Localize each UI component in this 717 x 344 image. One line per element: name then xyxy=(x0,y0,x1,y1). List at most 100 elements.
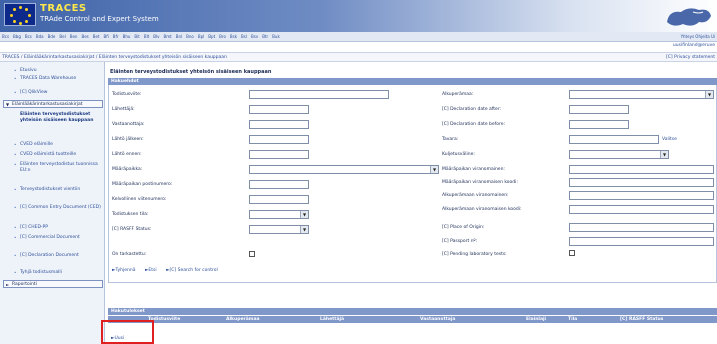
input-määräpaikan-viranomaisen-koodi[interactable] xyxy=(569,178,714,187)
chevron-down-icon[interactable]: ▼ xyxy=(300,211,308,218)
language-link[interactable]: Bfr xyxy=(113,34,119,39)
highlight-annotation-box xyxy=(101,320,154,344)
select-määräpaikka[interactable]: ▼ xyxy=(249,165,439,174)
sidebar-item-qlikview[interactable]: • [C] QlikView xyxy=(14,90,102,96)
sidebar-item-intra-trade-certificates[interactable]: Eläinten terveystodistukset yhteisön sis… xyxy=(20,112,102,124)
language-link[interactable]: Bro xyxy=(219,34,226,39)
col-rasff-status[interactable]: [C] RASFF Status xyxy=(620,317,663,322)
input-lähettäjä[interactable] xyxy=(249,105,309,114)
select-todistuksen-tila[interactable]: ▼ xyxy=(249,210,309,219)
chevron-down-icon[interactable]: ▼ xyxy=(705,91,713,98)
input-passport-n[interactable] xyxy=(569,237,714,246)
language-link[interactable]: Bsk xyxy=(230,34,237,39)
chevron-down-icon[interactable]: ▼ xyxy=(300,226,308,233)
sidebar-item-data-warehouse[interactable]: • TRACES Data Warehouse xyxy=(14,76,102,82)
top-right-links[interactable]: Yhteys Ohjeita Ui xyxy=(681,34,715,39)
language-link[interactable]: Bel xyxy=(59,34,65,39)
breadcrumb-bar: TRACES / Eläinlääkärintarkastusasiakirja… xyxy=(0,52,717,62)
select-alkuperämaa[interactable]: ▼ xyxy=(569,90,714,99)
language-link[interactable]: Bno xyxy=(186,34,194,39)
language-link[interactable]: Bsv xyxy=(251,34,258,39)
language-link[interactable]: Blv xyxy=(153,34,159,39)
col-alkuperamaa[interactable]: Alkuperämaa xyxy=(226,317,260,322)
field-label-kuljetusväline: Kuljetusväline: xyxy=(442,152,475,157)
sidebar-section-reporting[interactable]: ► Raportointi xyxy=(3,280,103,288)
input-alkuperämaan-viranomaisen-koodi[interactable] xyxy=(569,205,714,214)
bullet-icon: • xyxy=(14,205,17,210)
col-elainlaji[interactable]: Elainlaji xyxy=(526,317,546,322)
bullet-icon: • xyxy=(14,253,17,258)
sidebar-item-ced[interactable]: • [C] Common Entry Document (CED) xyxy=(14,205,102,211)
field-label-lähettäjä: Lähettäjä: xyxy=(112,107,135,112)
input-tavara[interactable] xyxy=(569,135,659,144)
breadcrumb[interactable]: TRACES / Eläinlääkärintarkastusasiakirja… xyxy=(2,55,227,60)
sidebar-item-cved-products[interactable]: • CVED eläimistä tuotteille xyxy=(14,152,102,158)
sidebar-item-cved-animals[interactable]: • CVED eläimille xyxy=(14,142,102,148)
logged-user[interactable]: uusifinland@eruve xyxy=(673,43,715,48)
sidebar-item-commercial-document[interactable]: • [C] Commercial Document xyxy=(14,235,102,241)
language-link[interactable]: Bit xyxy=(134,34,139,39)
field-label-pending-laboratory-tests: [C] Pending laboratory tests: xyxy=(442,252,507,257)
search-for-control-link[interactable]: ►[C] Search for control xyxy=(166,268,222,273)
language-link[interactable]: Ben xyxy=(70,34,78,39)
language-link[interactable]: Blt xyxy=(144,34,149,39)
input-lähtö-jälkeen[interactable] xyxy=(249,135,309,144)
sidebar-section-inspection-docs[interactable]: ▼ Eläinlääkärintarkastusasiakirjat xyxy=(3,100,103,108)
sidebar-item-empty-template[interactable]: • Tyhjä todistusmalli xyxy=(14,270,102,276)
field-label-lähtö-jälkeen: Lähtö jälkeen: xyxy=(112,137,144,142)
privacy-statement-link[interactable]: [C] Privacy statement xyxy=(666,55,715,60)
input-kelvollinen-viitenumero[interactable] xyxy=(249,195,309,204)
sidebar-item-etusivu[interactable]: • Etusivu xyxy=(14,68,102,74)
language-link[interactable]: Buk xyxy=(272,34,280,39)
input-määräpaikan-viranomainen[interactable] xyxy=(569,165,714,174)
bullet-icon: • xyxy=(14,142,17,147)
language-link[interactable]: Bcs xyxy=(2,34,9,39)
chevron-down-icon[interactable]: ▼ xyxy=(430,166,438,173)
language-links[interactable]: Bcs Bbg Bcs Bda Bde Bel Ben Bes Bet Bfi Bfr Bhu Bit B… xyxy=(2,34,284,39)
form-actions: ►Tyhjennä ►Etsi ►[C] Search for control xyxy=(112,268,226,273)
bullet-icon: • xyxy=(14,152,17,157)
field-label-todistuksen-tila: Todistuksen tila: xyxy=(112,212,149,217)
language-link[interactable]: Bbg xyxy=(13,34,21,39)
input-vastaanottaja[interactable] xyxy=(249,120,309,129)
col-vastaanottaja[interactable]: Vastaanottaja xyxy=(420,317,455,322)
input-määräpaikan-postinumero[interactable] xyxy=(249,180,309,189)
chevron-down-icon[interactable]: ▼ xyxy=(660,151,668,158)
input-alkuperämaan-viranomainen[interactable] xyxy=(569,191,714,200)
language-link[interactable]: Bpt xyxy=(208,34,215,39)
sidebar-item-ched-pp[interactable]: • [C] CHED-PP xyxy=(14,225,102,231)
checked-checkbox[interactable] xyxy=(249,251,255,257)
select-kuljetusväline[interactable]: ▼ xyxy=(569,150,669,159)
input-todistusviite[interactable] xyxy=(249,90,389,99)
search-link[interactable]: ►Etsi xyxy=(145,268,161,273)
language-link[interactable]: Bcs xyxy=(25,34,32,39)
app-title: TRACES xyxy=(40,3,87,14)
language-link[interactable]: Bda xyxy=(36,34,44,39)
checkbox-pending-laboratory-tests[interactable] xyxy=(569,250,575,256)
input-place-of-origin[interactable] xyxy=(569,223,714,232)
col-tila[interactable]: Tila xyxy=(568,317,577,322)
sidebar-item-import-certificates[interactable]: • Eläinten terveystodistus tuonnissa EU:n xyxy=(14,162,102,174)
language-link[interactable]: Btr xyxy=(262,34,268,39)
language-link[interactable]: Bnl xyxy=(176,34,182,39)
language-link[interactable]: Bmt xyxy=(164,34,172,39)
language-link[interactable]: Bsl xyxy=(241,34,247,39)
language-link[interactable]: Bpl xyxy=(198,34,204,39)
language-link[interactable]: Bfi xyxy=(104,34,109,39)
col-lahettaja[interactable]: Lähettäjä xyxy=(320,317,344,322)
select-rasff-status[interactable]: ▼ xyxy=(249,225,309,234)
language-link[interactable]: Bde xyxy=(48,34,56,39)
input-declaration-date-after[interactable] xyxy=(569,105,629,114)
language-link[interactable]: Bet xyxy=(93,34,100,39)
bullet-icon: • xyxy=(14,162,17,167)
input-lähtö-ennen[interactable] xyxy=(249,150,309,159)
sidebar-item-declaration-document[interactable]: • [C] Declaration Document xyxy=(14,253,102,259)
bullet-icon: • xyxy=(14,225,17,230)
clear-link[interactable]: ►Tyhjennä xyxy=(112,268,140,273)
language-link[interactable]: Bes xyxy=(81,34,88,39)
select-commodity-link[interactable]: Valitse xyxy=(662,137,677,142)
language-link[interactable]: Bhu xyxy=(123,34,131,39)
input-declaration-date-before[interactable] xyxy=(569,120,629,129)
eu-flag-logo xyxy=(4,3,36,26)
sidebar-item-export-certificates[interactable]: • Terveystodistukset vientiin xyxy=(14,187,102,193)
